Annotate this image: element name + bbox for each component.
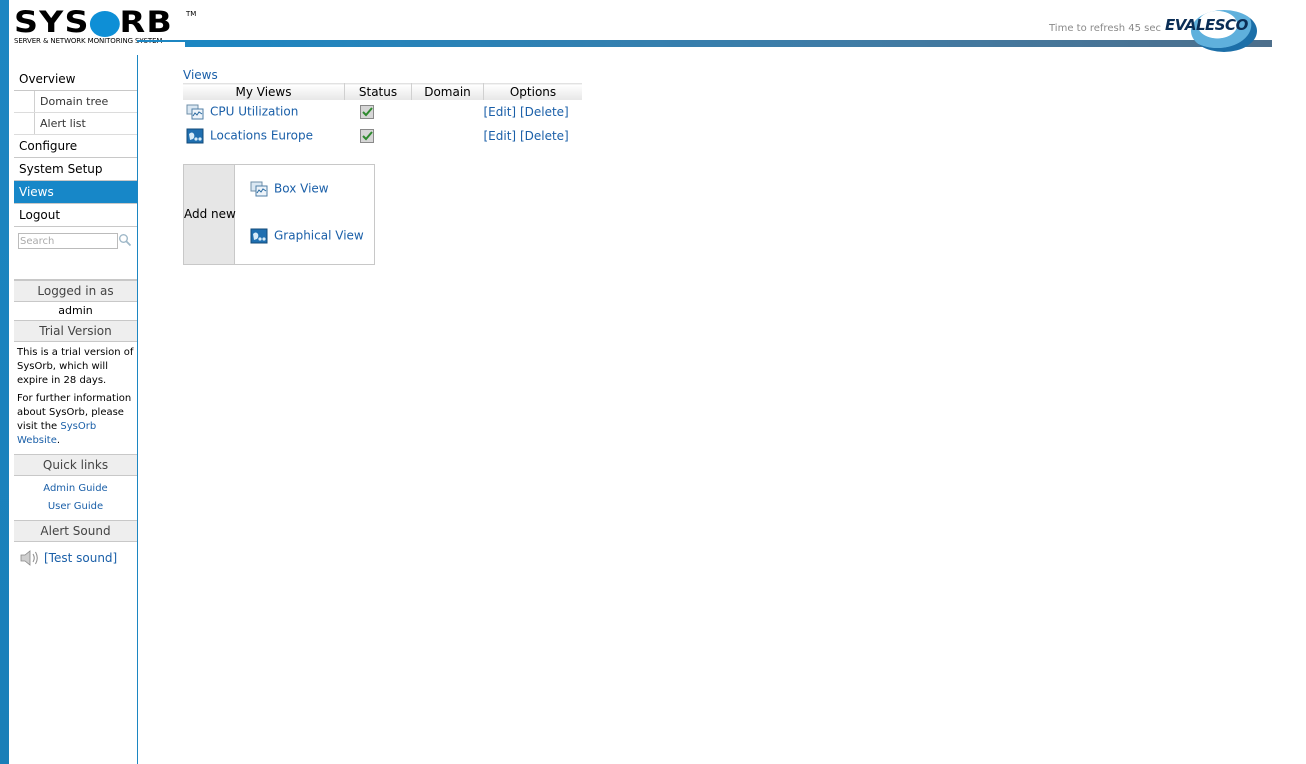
- view-link-locations-europe[interactable]: Locations Europe: [210, 129, 313, 143]
- status-cell: [345, 124, 412, 148]
- checked-status-icon: [359, 105, 374, 120]
- nav-views[interactable]: Views: [14, 181, 137, 204]
- trial-heading: Trial Version: [14, 320, 137, 342]
- nav-configure[interactable]: Configure: [14, 135, 137, 158]
- edit-link[interactable]: [Edit]: [484, 105, 517, 119]
- view-name-cell: CPU Utilization: [183, 100, 345, 124]
- delete-link[interactable]: [Delete]: [520, 105, 569, 119]
- col-options: Options: [483, 83, 582, 100]
- table-row: Locations Europe [Edit] [Delete]: [183, 124, 582, 148]
- evalesco-logo[interactable]: EVALESCO: [1163, 8, 1263, 54]
- edit-link[interactable]: [Edit]: [484, 129, 517, 143]
- alert-sound-row: [Test sound]: [14, 542, 137, 572]
- col-status: Status: [344, 83, 412, 100]
- nav-logout[interactable]: Logout: [14, 204, 137, 227]
- trial-more-info: For further information about SysOrb, pl…: [17, 392, 134, 448]
- add-box-view-button[interactable]: Box View: [250, 181, 329, 197]
- header-bar: [185, 40, 1272, 47]
- add-new-panel: Add new Box View Graphical View: [183, 164, 375, 265]
- table-header-row: My Views Status Domain Options: [183, 83, 582, 100]
- page-title[interactable]: Views: [183, 68, 218, 82]
- header-divider: [137, 40, 197, 58]
- nav-domain-tree[interactable]: Domain tree: [14, 91, 137, 113]
- domain-cell: [412, 100, 484, 124]
- box-view-icon: [250, 181, 268, 197]
- table-row: CPU Utilization [Edit] [Delete]: [183, 100, 582, 124]
- add-graphical-view-label: Graphical View: [274, 228, 364, 243]
- status-cell: [345, 100, 412, 124]
- search-input[interactable]: [18, 233, 118, 249]
- views-table: My Views Status Domain Options CPU Utili…: [183, 83, 582, 148]
- nav-overview[interactable]: Overview: [14, 68, 137, 91]
- left-accent-strip: [0, 0, 9, 764]
- box-view-icon: [186, 104, 204, 120]
- trial-text: This is a trial version of SysOrb, which…: [17, 347, 134, 386]
- quick-links: Admin Guide User Guide: [14, 476, 137, 520]
- search-icon[interactable]: [118, 233, 132, 247]
- col-my-views: My Views: [183, 83, 345, 100]
- trial-info: This is a trial version of SysOrb, which…: [14, 342, 137, 454]
- add-graphical-view-button[interactable]: Graphical View: [250, 228, 364, 244]
- evalesco-wordmark: EVALESCO: [1165, 16, 1248, 34]
- nav-system-setup[interactable]: System Setup: [14, 158, 137, 181]
- add-box-view-label: Box View: [274, 181, 329, 196]
- delete-link[interactable]: [Delete]: [520, 129, 569, 143]
- options-cell: [Edit] [Delete]: [484, 100, 583, 124]
- domain-cell: [412, 124, 484, 148]
- sidebar-border: [137, 55, 138, 69]
- checked-status-icon: [359, 129, 374, 144]
- test-sound-link[interactable]: [Test sound]: [44, 551, 117, 565]
- user-guide-link[interactable]: User Guide: [14, 498, 137, 516]
- alert-sound-heading: Alert Sound: [14, 520, 137, 542]
- options-cell: [Edit] [Delete]: [484, 124, 583, 148]
- graphical-view-icon: [250, 228, 268, 244]
- logo-trademark: TM: [186, 10, 197, 18]
- add-new-label: Add new: [184, 165, 236, 264]
- speaker-icon[interactable]: [19, 548, 41, 568]
- quick-links-heading: Quick links: [14, 454, 137, 476]
- logo-brand: SYSORB: [14, 5, 173, 39]
- search-area: [14, 227, 137, 280]
- sidebar: Overview Domain tree Alert list Configur…: [14, 68, 138, 764]
- logged-in-heading: Logged in as: [14, 280, 137, 302]
- view-name-cell: Locations Europe: [183, 124, 345, 148]
- trial-more-suffix: .: [56, 435, 61, 446]
- nav-alert-list[interactable]: Alert list: [14, 113, 137, 135]
- logged-in-user: admin: [58, 304, 93, 317]
- view-link-cpu-utilization[interactable]: CPU Utilization: [210, 105, 298, 119]
- col-domain: Domain: [411, 83, 484, 100]
- admin-guide-link[interactable]: Admin Guide: [14, 480, 137, 498]
- graphical-view-icon: [186, 128, 204, 144]
- refresh-countdown: Time to refresh 45 sec: [1049, 23, 1161, 34]
